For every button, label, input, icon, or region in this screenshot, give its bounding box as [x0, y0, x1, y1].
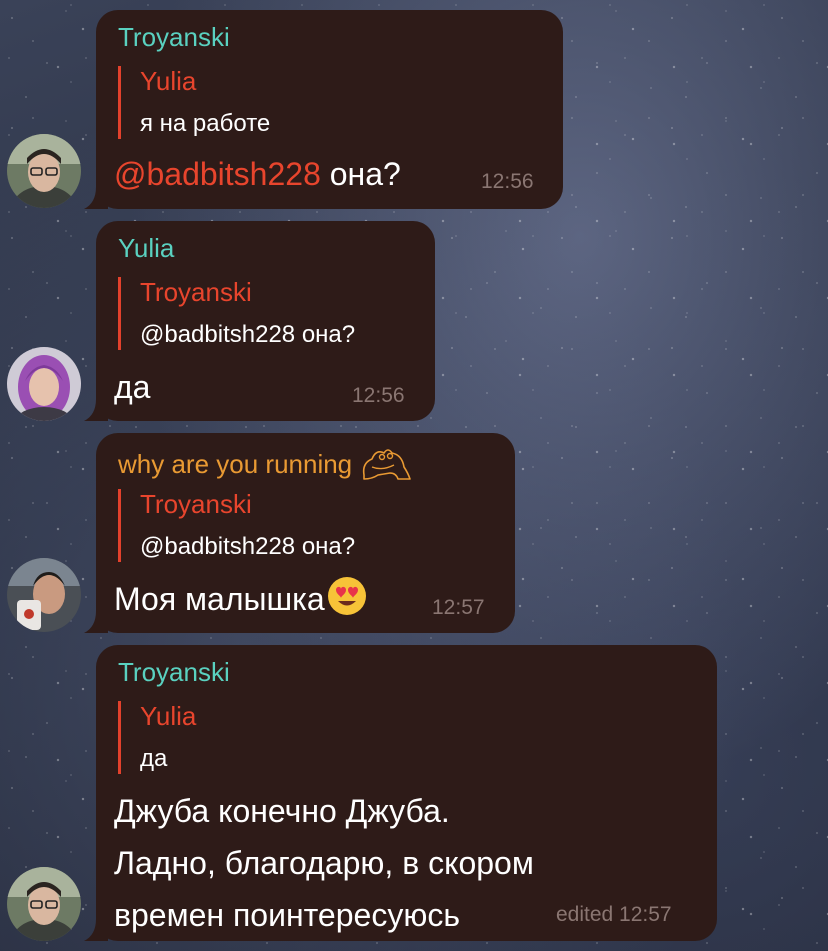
reply-preview[interactable]: Troyanski @badbitsh228 она? — [118, 277, 355, 350]
message-text-body: Моя малышка — [114, 581, 325, 617]
message-text: Моя малышка — [114, 575, 367, 623]
reply-text: да — [140, 745, 168, 772]
message-line: Джуба конечно Джуба. — [114, 793, 450, 829]
sender-name[interactable]: Yulia — [118, 233, 174, 263]
reply-preview[interactable]: Troyanski @badbitsh228 она? — [118, 489, 355, 562]
heart-eyes-emoji-icon — [327, 577, 366, 615]
message-time-edited: edited 12:57 — [556, 903, 672, 926]
reply-text: @badbitsh228 она? — [140, 533, 356, 560]
message-time: 12:56 — [352, 384, 405, 407]
reply-sender: Troyanski — [140, 489, 252, 519]
message-text: Джуба конечно Джуба. Ладно, благодарю, в… — [114, 785, 534, 941]
message-time: 12:56 — [481, 170, 534, 193]
reply-sender: Yulia — [140, 66, 197, 96]
reply-sender: Troyanski — [140, 277, 252, 307]
reply-preview[interactable]: Yulia я на работе — [118, 66, 270, 139]
sender-name[interactable]: Troyanski — [118, 22, 230, 52]
message-time: 12:57 — [432, 596, 485, 619]
reply-text: я на работе — [140, 110, 271, 137]
reply-preview[interactable]: Yulia да — [118, 701, 196, 774]
avatar-why-are-you-running[interactable] — [7, 558, 81, 632]
message-text: да — [114, 369, 151, 405]
avatar-yulia[interactable] — [7, 347, 81, 421]
reply-sender: Yulia — [140, 701, 197, 731]
message-bubble-1[interactable]: Troyanski Yulia я на работе @badbitsh228… — [84, 10, 563, 209]
message-text: @badbitsh228 она? — [114, 150, 401, 198]
message-bubble-2[interactable]: Yulia Troyanski @badbitsh228 она? да 12:… — [84, 221, 435, 421]
message-bubble-3[interactable]: why are you running Troyanski @badbitsh2… — [84, 433, 515, 633]
message-line: Ладно, благодарю, в скором — [114, 845, 534, 881]
avatar-troyanski[interactable] — [7, 134, 81, 208]
frog-sticker-icon — [363, 449, 411, 480]
reply-text: @badbitsh228 она? — [140, 321, 356, 348]
sender-name-text: why are you running — [118, 449, 353, 479]
mention-link[interactable]: @badbitsh228 — [114, 156, 321, 192]
message-text-body: она? — [320, 156, 401, 192]
message-bubble-4[interactable]: Troyanski Yulia да Джуба конечно Джуба. … — [84, 645, 717, 941]
message-line: времен поинтересуюсь — [114, 897, 460, 933]
sender-name[interactable]: Troyanski — [118, 657, 230, 687]
avatar-troyanski[interactable] — [7, 867, 81, 941]
sender-name[interactable]: why are you running — [118, 445, 412, 483]
